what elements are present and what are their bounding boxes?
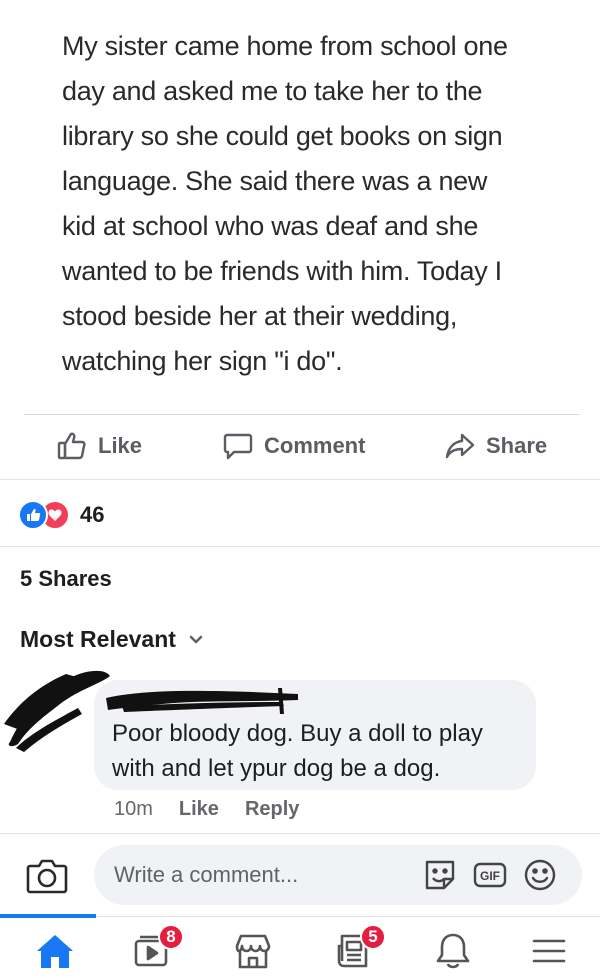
tab-news[interactable]: 5 xyxy=(334,924,386,972)
divider xyxy=(0,479,600,480)
divider xyxy=(0,546,600,547)
comment-label: Comment xyxy=(264,433,366,458)
divider xyxy=(24,414,580,415)
redacted-name xyxy=(106,688,298,714)
comment-input[interactable]: Write a comment... xyxy=(114,862,298,888)
post-line: kid at school who was deaf and she xyxy=(62,211,479,241)
comment-like-button[interactable]: Like xyxy=(179,798,219,821)
thumbs-up-icon xyxy=(57,432,86,460)
active-tab-indicator xyxy=(0,914,96,918)
comment-button[interactable]: Comment xyxy=(222,430,365,462)
post-line: wanted to be friends with him. Today I xyxy=(62,256,502,286)
comment-line: Poor bloody dog. Buy a doll to play xyxy=(112,720,483,747)
tab-video[interactable]: 8 xyxy=(132,924,184,972)
post-line: My sister came home from school one xyxy=(62,31,508,61)
sticker-icon[interactable] xyxy=(422,857,458,893)
comment-line: with and let ypur dog be a dog. xyxy=(112,755,441,782)
comment-reply-button[interactable]: Reply xyxy=(245,798,299,821)
composer-icons: GIF xyxy=(422,857,558,893)
comment-meta: 10m Like Reply xyxy=(114,798,299,821)
like-label: Like xyxy=(98,433,143,458)
post-line: watching her sign "i do". xyxy=(62,346,343,376)
tab-notifications[interactable] xyxy=(432,930,474,972)
reaction-count: 46 xyxy=(80,502,105,527)
shares-count[interactable]: 5 Shares xyxy=(20,566,112,592)
comment-sort-dropdown[interactable]: Most Relevant xyxy=(20,626,204,653)
home-icon xyxy=(37,935,73,968)
camera-icon[interactable] xyxy=(26,858,68,894)
post-line: library so she could get books on sign xyxy=(62,121,503,151)
share-button[interactable]: Share xyxy=(444,430,547,462)
post-line: stood beside her at their wedding, xyxy=(62,301,458,331)
tab-marketplace[interactable] xyxy=(232,930,274,972)
post-action-bar: Like Comment Share xyxy=(0,420,600,478)
post-line: day and asked me to take her to the xyxy=(62,76,483,106)
gif-label: GIF xyxy=(480,869,500,883)
marketplace-icon xyxy=(235,934,271,969)
news-badge: 5 xyxy=(360,924,386,950)
video-badge: 8 xyxy=(158,924,184,950)
comment-icon xyxy=(223,433,253,460)
bell-icon xyxy=(436,933,470,969)
post-text: My sister came home from school one day … xyxy=(62,24,562,384)
chevron-down-icon xyxy=(189,635,203,643)
comment-text: Poor bloody dog. Buy a doll to play with… xyxy=(112,716,483,786)
tab-menu[interactable] xyxy=(528,930,570,972)
emoji-icon[interactable] xyxy=(522,857,558,893)
reactions-summary[interactable]: 46 xyxy=(18,500,104,530)
sort-label: Most Relevant xyxy=(20,626,176,652)
divider xyxy=(0,833,600,834)
like-button[interactable]: Like xyxy=(56,430,142,462)
divider xyxy=(96,916,600,917)
tab-home[interactable] xyxy=(34,930,76,972)
comment-time: 10m xyxy=(114,798,153,820)
gif-icon[interactable]: GIF xyxy=(472,857,508,893)
share-arrow-icon xyxy=(445,433,475,459)
share-label: Share xyxy=(486,433,548,458)
comment-composer[interactable]: Write a comment... GIF xyxy=(94,845,582,905)
like-reaction-icon xyxy=(18,500,48,530)
bottom-tab-bar: 8 5 xyxy=(0,920,600,978)
menu-icon xyxy=(532,939,566,963)
post-line: language. She said there was a new xyxy=(62,166,488,196)
